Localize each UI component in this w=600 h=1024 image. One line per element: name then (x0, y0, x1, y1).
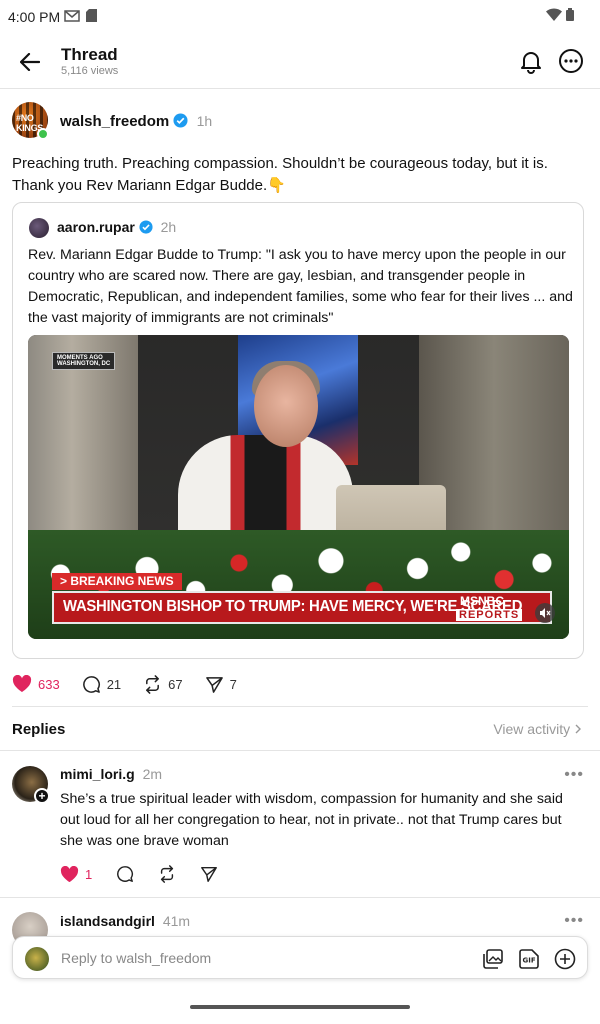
repost-icon (161, 865, 174, 883)
view-activity-link[interactable]: View activity (493, 721, 582, 737)
quoted-post-card[interactable]: aaron.rupar 2h Rev. Mariann Edgar Budde … (12, 202, 584, 659)
post-actions: 633 21 67 7 (12, 672, 259, 696)
reply-author-row: mimi_lori.g 2m (60, 766, 162, 782)
reply-time: 41m (162, 913, 191, 929)
battery-icon (566, 8, 574, 21)
network-sub-logo: REPORTS (456, 609, 523, 621)
my-avatar (25, 947, 49, 971)
post-body-text: Preaching truth. Preaching compassion. S… (12, 155, 548, 194)
status-bar: 4:00 PM (0, 0, 600, 34)
location-tag: MOMENTS AGO WASHINGTON, DC (52, 352, 116, 370)
bell-icon (521, 52, 541, 74)
reply-share-button[interactable] (200, 865, 218, 883)
reply-author-name[interactable]: islandsandgirl (60, 913, 155, 929)
more-options-button[interactable] (558, 48, 584, 74)
notifications-button[interactable] (518, 48, 544, 74)
status-system-icons (546, 8, 574, 21)
status-time: 4:00 PM (8, 9, 61, 25)
home-indicator[interactable] (190, 1005, 410, 1009)
attach-image-button[interactable] (481, 947, 505, 971)
view-count: 5,116 views (61, 65, 119, 77)
wifi-icon (546, 8, 562, 21)
post-time: 1h (196, 113, 213, 129)
video-thumbnail[interactable]: MOMENTS AGO WASHINGTON, DC > BREAKING NE… (28, 335, 569, 639)
verified-badge-icon (173, 113, 188, 128)
like-button[interactable]: 633 (12, 675, 60, 693)
share-count: 7 (229, 676, 237, 692)
reply-author-row: islandsandgirl 41m (60, 913, 190, 929)
plus-circle-icon (554, 948, 576, 970)
share-button[interactable]: 7 (205, 675, 237, 694)
reply-actions: 1 (60, 863, 242, 885)
follow-plus-icon[interactable]: + (34, 788, 50, 804)
send-icon (201, 866, 218, 882)
page-title: Thread (61, 45, 118, 64)
quote-time: 2h (160, 219, 177, 235)
reply-input[interactable]: Reply to walsh_freedom (61, 950, 211, 966)
sd-card-icon (86, 9, 97, 22)
thread-header: Thread 5,116 views (0, 34, 600, 89)
reply-author-name[interactable]: mimi_lori.g (60, 766, 135, 782)
repost-icon (146, 674, 160, 694)
gif-icon: GIF (519, 949, 539, 969)
repost-button[interactable]: 67 (143, 674, 183, 694)
heart-filled-icon (12, 675, 32, 692)
online-status-indicator (37, 128, 49, 140)
reply-button[interactable]: 21 (82, 675, 121, 694)
gmail-icon (64, 9, 80, 22)
like-count: 633 (38, 676, 60, 692)
reply-repost-button[interactable] (158, 865, 176, 883)
quote-body-text: Rev. Mariann Edgar Budde to Trump: "I as… (28, 247, 573, 326)
divider (0, 750, 600, 751)
add-button[interactable] (553, 947, 577, 971)
chyron-headline: WASHINGTON BISHOP TO TRUMP: HAVE MERCY, … (63, 598, 523, 615)
view-activity-label: View activity (493, 721, 571, 737)
heart-filled-icon (60, 865, 79, 882)
comment-icon (82, 675, 100, 693)
quote-author-row: aaron.rupar 2h (57, 219, 176, 235)
ellipsis-circle-icon (559, 49, 583, 73)
divider (12, 706, 588, 707)
reply-count: 21 (106, 676, 122, 692)
verified-badge-icon (139, 220, 153, 234)
post-author-name[interactable]: walsh_freedom (60, 113, 169, 130)
divider (0, 897, 600, 898)
back-button[interactable] (16, 48, 44, 76)
reply-time: 2m (142, 766, 163, 782)
tag-line-2: WASHINGTON, DC (57, 361, 111, 367)
reply-comment-button[interactable] (116, 865, 134, 883)
reply-composer[interactable]: Reply to walsh_freedom GIF (12, 936, 588, 979)
quote-author-name[interactable]: aaron.rupar (57, 219, 135, 235)
svg-text:GIF: GIF (523, 957, 536, 965)
reply-like-count: 1 (85, 866, 93, 882)
chevron-right-icon (575, 724, 581, 734)
mute-button[interactable] (535, 603, 555, 623)
speaker-muted-icon (540, 608, 551, 618)
reply-more-button[interactable]: ••• (564, 766, 584, 784)
breaking-news-banner: > BREAKING NEWS (52, 573, 182, 590)
send-icon (205, 676, 223, 693)
gif-button[interactable]: GIF (517, 947, 541, 971)
quote-author-avatar[interactable] (29, 218, 49, 238)
repost-count: 67 (168, 676, 183, 692)
comment-icon (117, 866, 134, 882)
reply-like-button[interactable]: 1 (60, 865, 93, 883)
reply-body-text: She’s a true spiritual leader with wisdo… (60, 791, 563, 849)
replies-heading: Replies (12, 721, 66, 738)
post-author-row: walsh_freedom 1h (60, 113, 212, 130)
arrow-left-icon (20, 53, 40, 71)
status-notification-icons (64, 9, 97, 22)
image-gallery-icon (483, 949, 503, 969)
network-logo: MSNBC (460, 594, 504, 608)
reply-more-button[interactable]: ••• (564, 912, 584, 930)
